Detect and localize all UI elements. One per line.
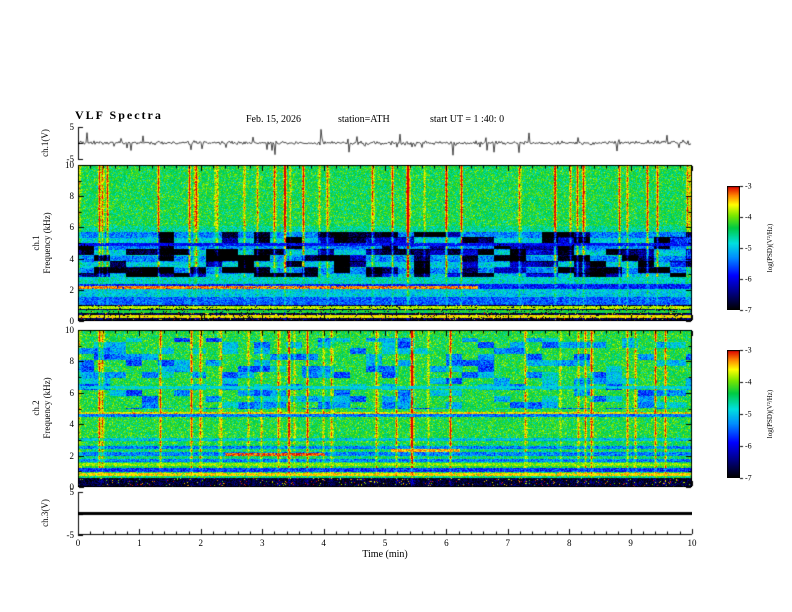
colorbar-tick-label: -3 <box>745 345 752 355</box>
ch1-waveform-canvas <box>78 127 692 159</box>
figure-title: VLF Spectra <box>75 108 163 122</box>
ch1-frequency-axis-label: ch.1 Frequency (kHz) <box>31 212 53 273</box>
freq-tick-label: 2 <box>69 450 75 461</box>
ch1-voltage-axis-label: ch.1(V) <box>40 129 50 157</box>
ch1-spectrogram-canvas <box>78 165 692 321</box>
ch1-colorbar-canvas <box>727 186 740 310</box>
freq-tick-label: 8 <box>69 356 75 367</box>
freq-tick-label: 2 <box>69 284 75 295</box>
header-start-ut: start UT = 1 :40: 0 <box>430 114 505 125</box>
ch2-spectrogram-canvas <box>78 330 692 487</box>
volt-tick-label: -5 <box>66 154 75 164</box>
ch3-waveform-canvas <box>78 492 692 535</box>
freq-tick-label: 6 <box>69 222 75 233</box>
x-tick-label: 3 <box>259 538 265 548</box>
colorbar-tick-label: -7 <box>745 305 752 315</box>
colorbar-tick-label: -3 <box>745 181 752 191</box>
ch1-axis-channel-label: ch.1 <box>31 235 41 251</box>
freq-tick-label: 4 <box>69 419 75 430</box>
volt-tick-label: -5 <box>66 530 75 540</box>
x-tick-label: 4 <box>321 538 326 548</box>
freq-tick-label: 8 <box>69 191 75 202</box>
time-axis-label: Time (min) <box>362 549 408 560</box>
x-tick-label: 1 <box>137 538 142 548</box>
volt-tick-label: 5 <box>69 487 75 497</box>
freq-tick-label: 4 <box>69 253 75 264</box>
x-tick-label: 10 <box>687 538 697 548</box>
x-tick-label: 2 <box>198 538 204 548</box>
ch3-voltage-axis-label: ch.3(V) <box>40 499 50 527</box>
ch2-colorbar-label: log(PSD)(V²/Hz) <box>766 389 774 439</box>
x-tick-label: 0 <box>75 538 81 548</box>
freq-tick-label: 6 <box>69 387 75 398</box>
colorbar-tick-label: -4 <box>745 377 752 387</box>
ch2-frequency-unit-label: Frequency (kHz) <box>42 377 52 439</box>
x-tick-label: 8 <box>566 538 572 548</box>
colorbar-tick-label: -6 <box>745 274 752 284</box>
colorbar-tick-label: -5 <box>745 243 752 253</box>
colorbar-tick-label: -5 <box>745 409 752 419</box>
colorbar-tick-label: -6 <box>745 441 752 451</box>
x-tick-label: 6 <box>444 538 449 548</box>
colorbar-tick-label: -7 <box>745 473 752 483</box>
x-tick-label: 7 <box>505 538 511 548</box>
header-date: Feb. 15, 2026 <box>246 114 301 125</box>
freq-tick-label: 10 <box>65 325 74 335</box>
ch2-axis-channel-label: ch.2 <box>31 400 41 416</box>
colorbar-tick-label: -4 <box>745 212 752 222</box>
ch2-colorbar-canvas <box>727 350 740 478</box>
x-tick-label: 9 <box>628 538 633 548</box>
ch1-colorbar-label: log(PSD)(V²/Hz) <box>766 223 774 273</box>
x-tick-label: 5 <box>382 538 388 548</box>
vlf-spectra-figure: VLF Spectra Feb. 15, 2026 station=ATH st… <box>0 0 792 612</box>
header-station: station=ATH <box>338 114 390 125</box>
volt-tick-label: 5 <box>69 122 75 132</box>
ch1-frequency-unit-label: Frequency (kHz) <box>42 212 52 274</box>
ch2-frequency-axis-label: ch.2 Frequency (kHz) <box>31 377 53 438</box>
